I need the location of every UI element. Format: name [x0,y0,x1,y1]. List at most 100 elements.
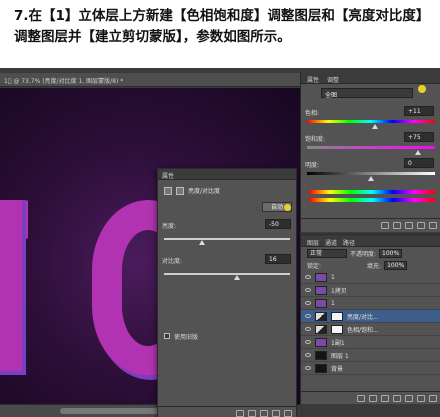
lightness-slider-thumb[interactable] [368,176,374,181]
eye-icon[interactable] [305,353,311,357]
layer-list: 1 1拷贝 1 亮度/对比... 色相/饱和... 1副1 图层 1 背景 [301,271,440,375]
eye-icon[interactable] [305,301,311,305]
brightness-slider-thumb[interactable] [198,240,205,245]
clip-layer-icon[interactable] [236,410,244,417]
visibility-icon[interactable] [272,410,280,417]
trash-icon[interactable] [284,410,292,417]
fill-input[interactable]: 100% [384,260,408,270]
digit-one [0,200,26,375]
scrollbar-thumb[interactable] [60,408,160,414]
layer-row[interactable]: 图层 1 [301,349,440,362]
reset-icon[interactable] [260,410,268,417]
layer-row[interactable]: 亮度/对比... [301,310,440,323]
contrast-input[interactable]: 16 [265,254,291,264]
layer-row[interactable]: 1拷贝 [301,284,440,297]
eye-icon[interactable] [305,327,311,331]
brightness-label: 亮度: [162,223,177,230]
layer-row[interactable]: 1 [301,297,440,310]
layer-mask-thumbnail[interactable] [331,324,343,334]
layers-footer [301,391,440,404]
lock-label: 锁定: [307,262,322,270]
saturation-input[interactable]: +75 [404,132,434,142]
eye-icon[interactable] [305,288,311,292]
properties-header-label: 亮度/对比度 [188,188,221,195]
legacy-label: 使用旧版 [174,334,199,341]
spectrum-bar-top [309,190,435,194]
opacity-input[interactable]: 100% [379,248,403,258]
layer-name: 1拷贝 [331,287,347,295]
link-icon[interactable] [357,395,365,402]
properties-panel: 属性 亮度/对比度 自动 亮度: -50 对比度: 16 使用旧版 [157,168,297,417]
layer-row[interactable]: 1 [301,271,440,284]
tab-properties[interactable]: 属性 [307,75,319,84]
blend-mode-select[interactable]: 正常 [307,248,347,258]
lightness-label: 明度: [305,162,320,169]
mask-icon[interactable] [381,395,389,402]
layer-thumbnail [315,363,327,373]
layer-row[interactable]: 色相/饱和... [301,323,440,336]
layer-name: 色相/饱和... [347,326,379,334]
adjustment-icon [164,186,172,195]
eye-icon[interactable] [305,314,311,318]
layer-thumbnail [315,324,327,334]
contrast-slider[interactable] [164,273,290,275]
layer-name: 亮度/对比... [347,313,379,321]
brightness-slider[interactable] [164,238,290,240]
status-dot-icon [418,85,426,93]
brightness-input[interactable]: -50 [265,219,291,229]
saturation-slider[interactable] [307,146,435,149]
blend-row: 正常 不透明度: 100% [301,247,440,259]
contrast-slider-thumb[interactable] [234,275,241,280]
reset-icon[interactable] [405,222,413,229]
saturation-label: 饱和度: [305,136,326,143]
layers-tabs: 图层 通道 路径 [301,235,440,247]
document-tab[interactable]: 1  @ 73.7% (亮度/对比度 1, 图层蒙版/8) * [0,73,300,87]
fill-row: 锁定: 填充: 100% [301,259,440,271]
preset-select[interactable]: 全图 [321,88,413,99]
adjustment-layer-icon[interactable] [393,395,401,402]
hue-panel-footer [301,218,440,232]
hue-label: 色相: [305,110,320,117]
layer-name: 1 [331,273,335,281]
layer-thumbnail [315,272,327,282]
lightness-slider[interactable] [307,172,435,175]
hue-input[interactable]: +11 [404,106,434,116]
trash-icon[interactable] [429,395,437,402]
folder-icon[interactable] [405,395,413,402]
caption-line-2: 调整图层并【建立剪切蒙版】，参数如图所示。 [14,29,291,45]
tab-channels[interactable]: 通道 [325,238,337,247]
tab-paths[interactable]: 路径 [343,238,355,247]
layer-row[interactable]: 1副1 [301,336,440,349]
view-previous-icon[interactable] [393,222,401,229]
hue-slider[interactable] [307,120,435,123]
layer-mask-thumbnail[interactable] [331,311,343,321]
eye-icon[interactable] [305,366,311,370]
layer-row[interactable]: 背景 [301,362,440,375]
clip-layer-icon[interactable] [381,222,389,229]
hue-slider-thumb[interactable] [371,124,378,129]
instruction-caption: 7.在【1】立体层上方新建【色相饱和度】调整图层和【亮度对比度】 调整图层并【建… [14,6,434,48]
layer-thumbnail [315,350,327,360]
lightness-input[interactable]: 0 [404,158,434,168]
layer-thumbnail [315,298,327,308]
layer-name: 1副1 [331,339,345,347]
saturation-slider-thumb[interactable] [415,150,422,155]
trash-icon[interactable] [429,222,437,229]
status-dot-icon [284,204,291,211]
tab-adjustments[interactable]: 调整 [327,75,339,84]
legacy-checkbox[interactable] [164,333,170,339]
mask-icon[interactable] [176,186,184,195]
properties-footer [158,406,296,417]
new-layer-icon[interactable] [417,395,425,402]
layers-panel: 图层 通道 路径 正常 不透明度: 100% 锁定: 填充: 100% 1 1拷贝… [300,234,440,404]
tab-layers[interactable]: 图层 [307,238,319,247]
view-previous-icon[interactable] [248,410,256,417]
eye-icon[interactable] [305,275,311,279]
layer-name: 图层 1 [331,352,349,360]
layer-name: 背景 [331,365,344,373]
caption-line-1: 7.在【1】立体层上方新建【色相饱和度】调整图层和【亮度对比度】 [14,8,430,24]
eye-icon[interactable] [305,340,311,344]
fx-icon[interactable] [369,395,377,402]
visibility-icon[interactable] [417,222,425,229]
photoshop-screenshot: 1  @ 73.7% (亮度/对比度 1, 图层蒙版/8) * 属性 亮度/对比… [0,68,440,417]
